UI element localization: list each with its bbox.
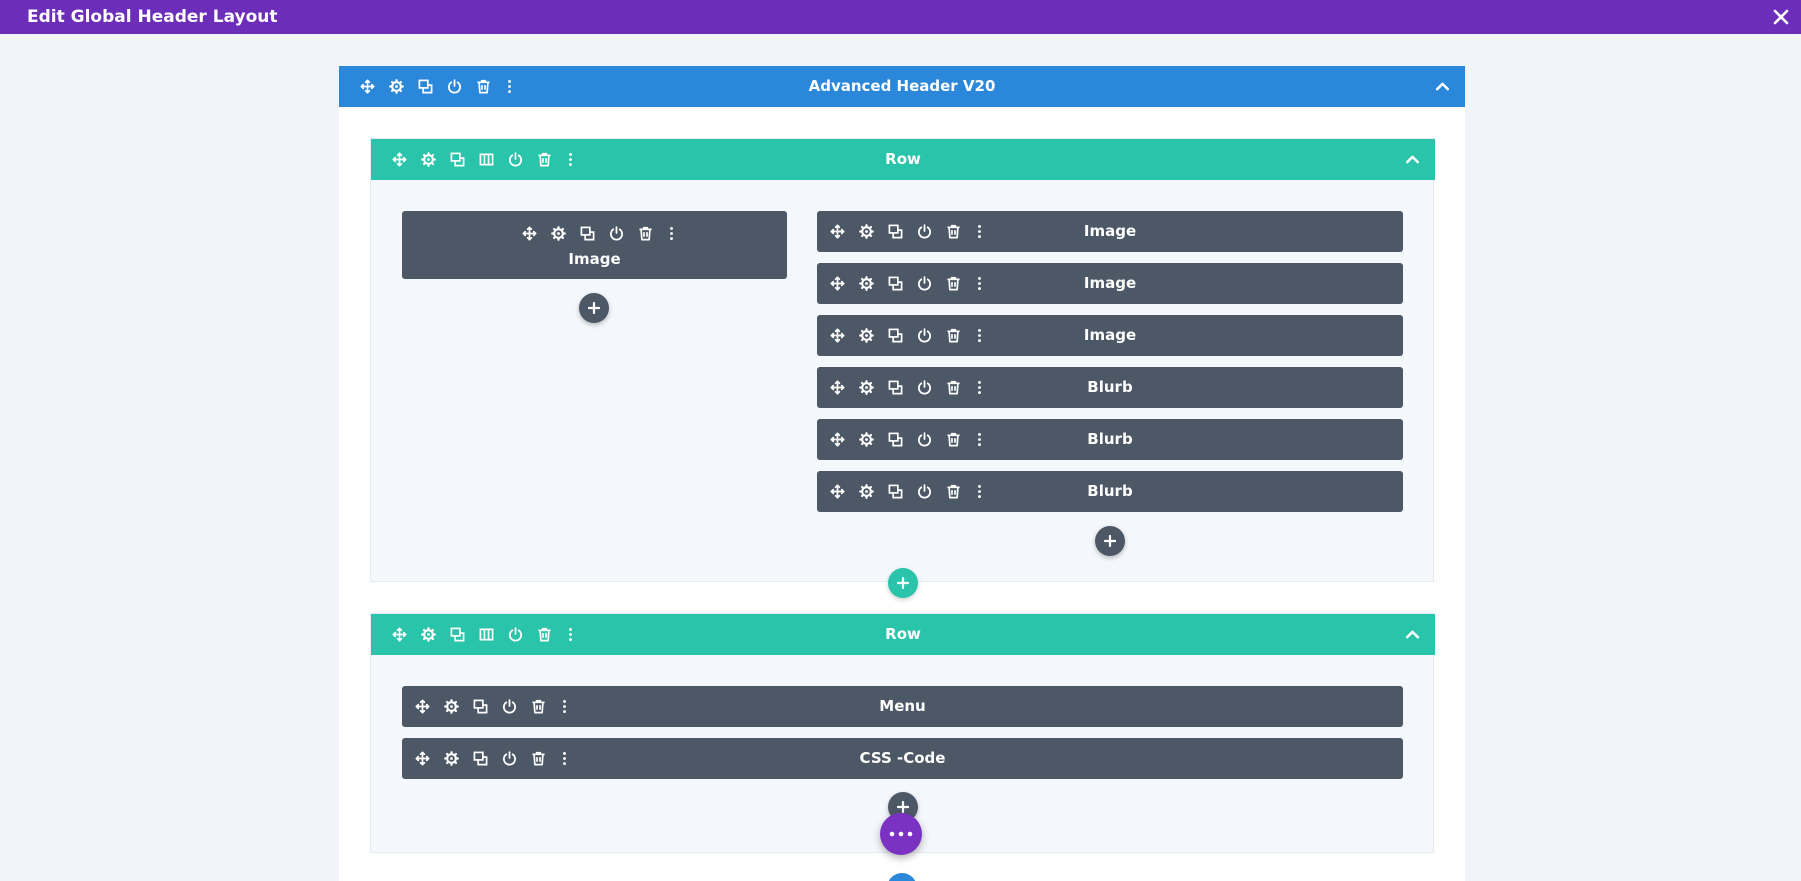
module-blurb[interactable]: Blurb [817, 419, 1403, 460]
module-title: Blurb [1087, 378, 1133, 396]
window-title: Edit Global Header Layout [27, 7, 278, 27]
chevron-up-icon[interactable] [1404, 151, 1421, 168]
close-icon[interactable] [1771, 7, 1791, 27]
module-title: Image [568, 250, 621, 268]
row-title: Row [885, 150, 921, 168]
row-1: Row Image Image Image Image Blurb Blurb … [370, 138, 1435, 598]
module-image[interactable]: Image [817, 263, 1403, 304]
module-image[interactable]: Image [402, 211, 787, 279]
module-menu[interactable]: Menu [402, 686, 1403, 727]
more-horizontal-icon [889, 831, 913, 837]
module-title: Blurb [1087, 430, 1133, 448]
module-title: Blurb [1087, 482, 1133, 500]
add-row-button[interactable] [888, 568, 918, 598]
module-toolbar [515, 213, 682, 253]
page-settings-button[interactable] [880, 813, 922, 855]
module-title: CSS -Code [859, 749, 946, 767]
trash-icon[interactable] [631, 213, 660, 253]
row-header[interactable]: Row [371, 614, 1435, 655]
module-image[interactable]: Image [817, 315, 1403, 356]
top-bar: Edit Global Header Layout [0, 0, 1801, 34]
row-header[interactable]: Row [371, 139, 1435, 180]
move-icon[interactable] [515, 213, 544, 253]
module-title: Menu [879, 697, 926, 715]
gear-icon[interactable] [544, 213, 573, 253]
module-blurb[interactable]: Blurb [817, 367, 1403, 408]
power-icon[interactable] [602, 213, 631, 253]
duplicate-icon[interactable] [573, 213, 602, 253]
section-advanced-header: Advanced Header V20 Row Image Image Imag… [339, 66, 1465, 881]
section-title: Advanced Header V20 [808, 77, 996, 95]
module-title: Image [1083, 274, 1137, 292]
module-css-code[interactable]: CSS -Code [402, 738, 1403, 779]
add-module-button[interactable] [579, 293, 609, 323]
section-header[interactable]: Advanced Header V20 [339, 66, 1465, 107]
add-section-button[interactable] [887, 873, 917, 881]
chevron-up-icon[interactable] [1404, 626, 1421, 643]
module-title: Image [1083, 326, 1137, 344]
module-image[interactable]: Image [817, 211, 1403, 252]
module-title: Image [1083, 222, 1137, 240]
add-module-button[interactable] [1095, 526, 1125, 556]
chevron-up-icon[interactable] [1434, 78, 1451, 95]
more-icon[interactable] [660, 213, 682, 253]
module-blurb[interactable]: Blurb [817, 471, 1403, 512]
row-title: Row [885, 625, 921, 643]
